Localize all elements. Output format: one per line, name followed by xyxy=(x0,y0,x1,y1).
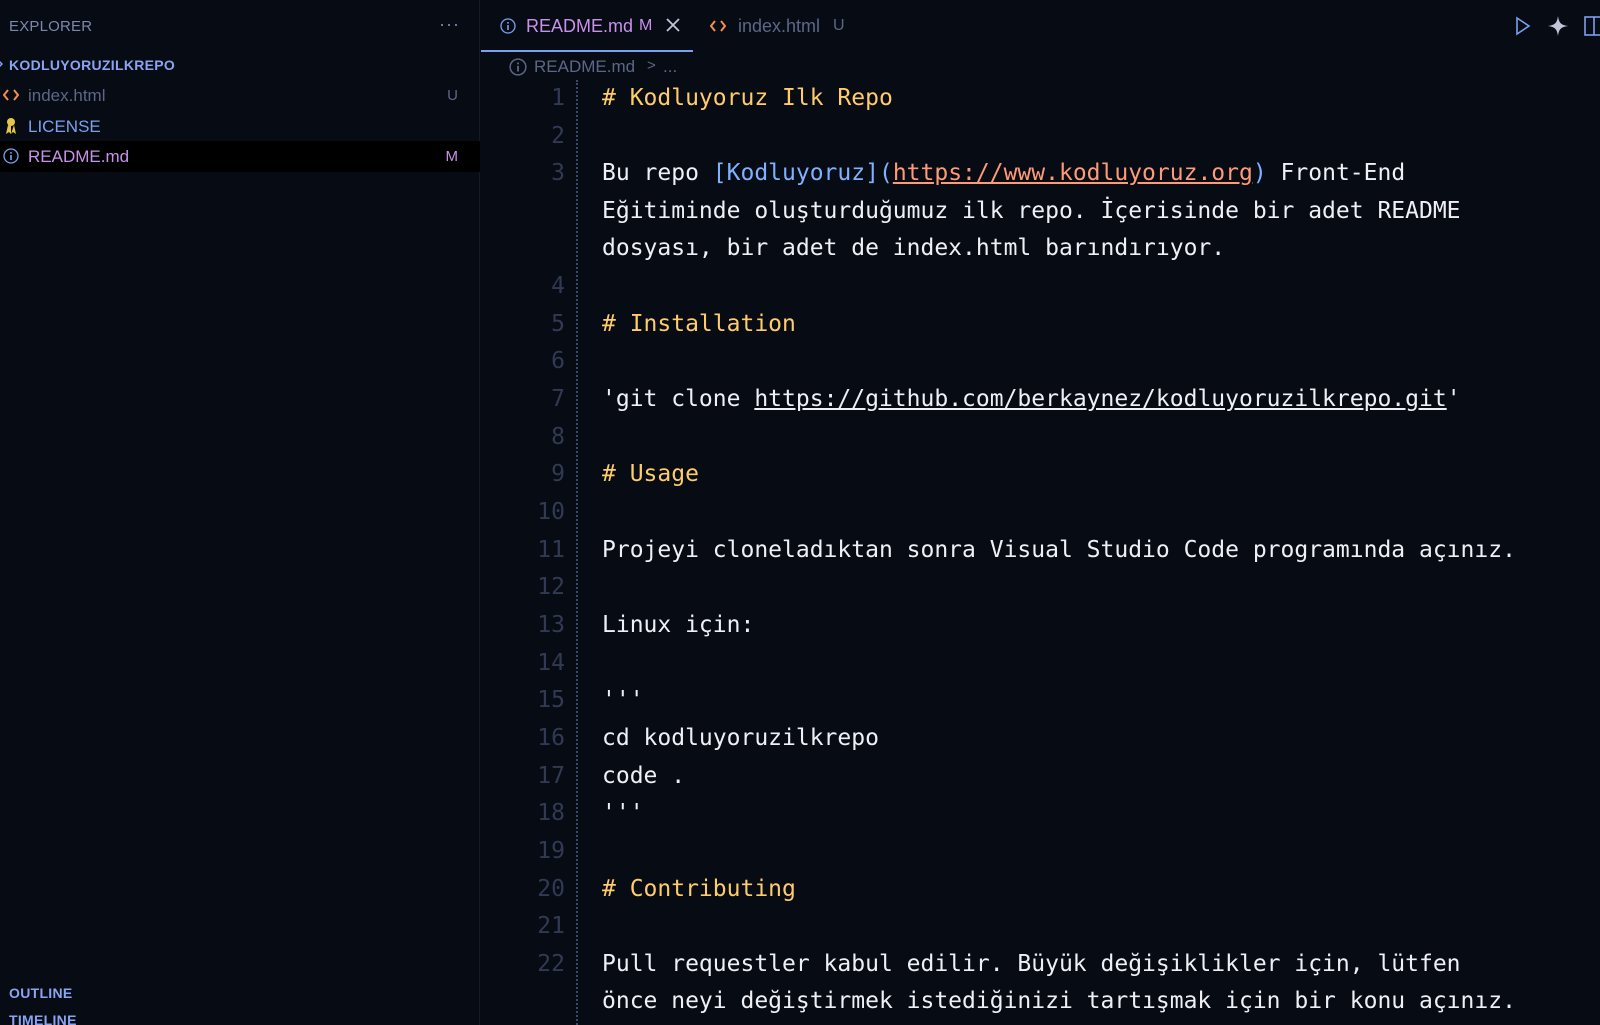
code-line-1: # Kodluyoruz Ilk Repo xyxy=(602,85,893,111)
info-icon xyxy=(509,58,527,76)
folder-root-label: KODLUYORUZILKREPO xyxy=(9,57,176,73)
link-url[interactable]: https://www.kodluyoruz.org xyxy=(893,160,1253,186)
explorer-title: EXPLORER xyxy=(9,18,93,35)
html-file-icon xyxy=(709,17,727,35)
code-line-13: Linux için: xyxy=(602,612,755,638)
line-number: 12 xyxy=(537,574,565,600)
line-number: 14 xyxy=(537,650,565,676)
line-number: 19 xyxy=(537,838,565,864)
tab-label: index.html xyxy=(738,16,821,36)
modified-badge: M xyxy=(445,148,459,165)
chevron-down-icon xyxy=(0,60,3,68)
code-line-11: Projeyi cloneladıktan sonra Visual Studi… xyxy=(602,537,1516,563)
code-line-16: cd kodluyoruzilkrepo xyxy=(602,725,879,751)
line-number: 10 xyxy=(537,499,565,525)
line-number: 6 xyxy=(551,348,565,374)
file-item-license[interactable]: LICENSE xyxy=(0,111,480,142)
breadcrumb-separator: > xyxy=(647,57,656,74)
info-icon xyxy=(499,17,517,35)
code-line-22: Pull requestler kabul edilir. Büyük deği… xyxy=(602,951,1461,977)
breadcrumb-file[interactable]: README.md xyxy=(534,57,635,77)
line-number: 3 xyxy=(551,160,565,186)
line-number: 18 xyxy=(537,800,565,826)
file-name: README.md xyxy=(28,147,130,166)
link-text: [Kodluyoruz] xyxy=(712,160,879,186)
untracked-badge: U xyxy=(447,87,458,104)
code-line-3-wrap-2: dosyası, bir adet de index.html barındır… xyxy=(602,235,1226,261)
line-number: 22 xyxy=(537,951,565,977)
split-editor-icon[interactable] xyxy=(1583,15,1600,37)
info-icon xyxy=(3,148,19,164)
text-segment: 'git clone xyxy=(602,386,755,412)
explorer-header: EXPLORER ··· xyxy=(0,0,480,52)
tab-index-html[interactable]: index.html U xyxy=(693,0,853,52)
line-number: 8 xyxy=(551,424,565,450)
editor-pane: README.md M index.html U README.md > ...… xyxy=(481,0,1600,1025)
run-icon[interactable] xyxy=(1511,15,1533,37)
code-line-20: # Contributing xyxy=(602,876,796,902)
sparkle-icon[interactable] xyxy=(1547,15,1569,37)
code-line-7: 'git clone https://github.com/berkaynez/… xyxy=(602,386,1461,412)
line-number: 13 xyxy=(537,612,565,638)
code-line-3-wrap-1: Eğitiminde oluşturduğumuz ilk repo. İçer… xyxy=(602,198,1461,224)
folder-root[interactable]: KODLUYORUZILKREPO xyxy=(0,54,480,80)
line-number: 17 xyxy=(537,763,565,789)
breadcrumb: README.md > ... xyxy=(481,54,1600,78)
breadcrumb-more[interactable]: ... xyxy=(663,57,677,77)
line-number: 2 xyxy=(551,123,565,149)
code-line-3: Bu repo [Kodluyoruz](https://www.kodluyo… xyxy=(602,160,1405,186)
text-segment: ' xyxy=(1446,386,1461,412)
line-number: 9 xyxy=(551,461,565,487)
file-item-index-html[interactable]: index.html U xyxy=(0,80,480,111)
indent-guide xyxy=(576,80,578,1025)
untracked-badge: U xyxy=(833,17,845,34)
code-line-18: ''' xyxy=(602,800,644,826)
repo-url[interactable]: https://github.com/berkaynez/kodluyoruzi… xyxy=(754,386,1446,412)
code-line-5: # Installation xyxy=(602,311,796,337)
timeline-section[interactable]: TIMELINE xyxy=(9,1012,77,1025)
file-name: LICENSE xyxy=(28,117,101,136)
code-line-9: # Usage xyxy=(602,461,699,487)
line-number: 11 xyxy=(537,537,565,563)
line-number: 16 xyxy=(537,725,565,751)
line-number: 1 xyxy=(551,85,565,111)
code-line-15: ''' xyxy=(602,687,644,713)
link-paren: ) xyxy=(1252,160,1267,186)
text-segment: Bu repo xyxy=(602,160,713,186)
file-item-readme[interactable]: README.md M xyxy=(0,141,480,172)
close-icon[interactable] xyxy=(665,17,681,33)
line-number: 5 xyxy=(551,311,565,337)
link-paren: ( xyxy=(878,160,893,186)
line-number: 20 xyxy=(537,876,565,902)
explorer-sidebar: EXPLORER ··· KODLUYORUZILKREPO index.htm… xyxy=(0,0,480,1025)
line-number: 21 xyxy=(537,913,565,939)
tab-label: README.md xyxy=(526,16,634,36)
tab-readme[interactable]: README.md M xyxy=(481,0,693,52)
line-number: 4 xyxy=(551,273,565,299)
html-file-icon xyxy=(3,87,19,103)
code-line-17: code . xyxy=(602,763,686,789)
outline-section[interactable]: OUTLINE xyxy=(9,985,73,1001)
line-number: 15 xyxy=(537,687,565,713)
more-actions-icon[interactable]: ··· xyxy=(439,14,460,35)
text-segment: Front-End xyxy=(1266,160,1406,186)
file-name: index.html xyxy=(28,86,106,105)
modified-badge: M xyxy=(639,17,653,34)
license-icon xyxy=(3,118,19,134)
line-number: 7 xyxy=(551,386,565,412)
code-line-22-wrap-1: önce neyi değiştirmek istediğinizi tartı… xyxy=(602,988,1516,1014)
code-editor[interactable]: 1 2 3 4 5 6 7 8 9 10 11 12 13 14 15 16 1… xyxy=(481,80,1600,1025)
tab-bar: README.md M index.html U xyxy=(481,0,1600,52)
